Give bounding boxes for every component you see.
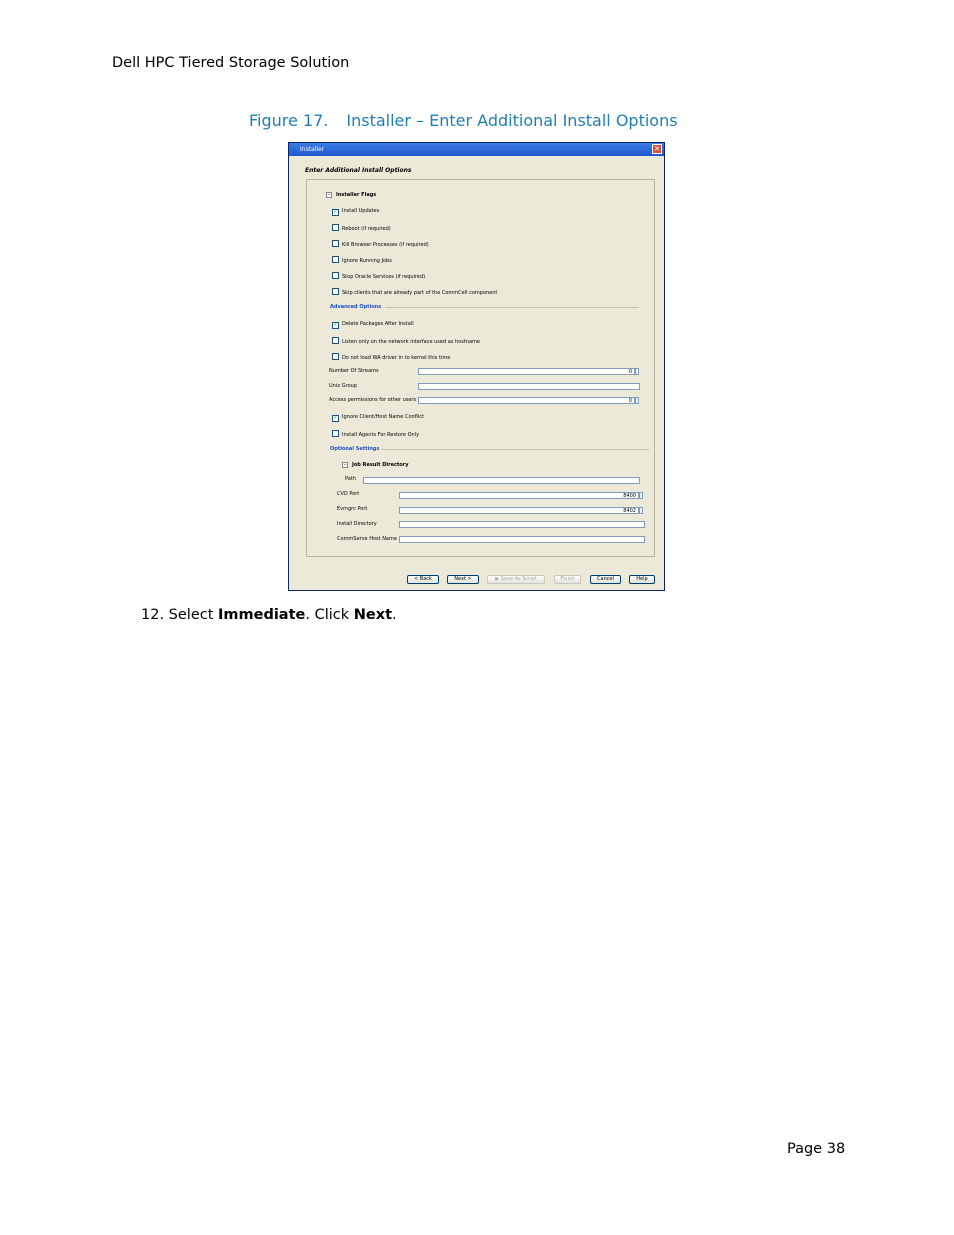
evmgrc-port-label: Evmgrc Port [337,506,368,512]
access-permissions-label: Access permissions for other users [329,397,417,403]
back-button[interactable]: < Back [407,575,439,584]
evmgrc-port-stepper[interactable] [639,507,643,514]
checkbox-icon[interactable]: ✓ [332,209,339,216]
number-of-streams-input[interactable]: 0 [418,368,635,375]
evmgrc-port-input[interactable]: 8402 [399,507,639,514]
cancel-button[interactable]: Cancel [590,575,621,584]
step-immediate: Immediate [218,607,306,623]
checkbox-ignore-client-conflict[interactable]: ✓ Ignore Client/Host Name Conflict [332,414,424,422]
checkbox-icon[interactable] [332,430,339,437]
access-permissions-stepper[interactable] [635,397,639,404]
number-of-streams-label: Number Of Streams [329,368,379,374]
checkbox-install-updates[interactable]: ✓ Install Updates [332,208,379,216]
optional-settings-label: Optional Settings [330,446,380,452]
access-permissions-input[interactable]: 0 [418,397,635,404]
collapse-icon[interactable]: − [342,462,348,468]
collapse-icon[interactable]: − [326,192,332,198]
commserve-host-label: CommServe Host Name [337,536,397,542]
checkbox-stop-oracle[interactable]: Stop Oracle Services (if required) [332,272,425,281]
checkbox-icon[interactable] [332,272,339,279]
script-icon: ▶ [495,576,500,582]
cvd-port-label: CVD Port [337,491,360,497]
finish-button[interactable]: Finish [554,575,581,584]
checkbox-icon[interactable] [332,240,339,247]
step-next: Next [353,607,393,623]
figure-caption: Figure 17. Installer – Enter Additional I… [249,111,678,130]
dialog-content: Enter Additional Install Options − Instal… [291,157,662,588]
help-button[interactable]: Help [629,575,655,584]
checkbox-icon[interactable]: ✓ [332,415,339,422]
window-titlebar: Installer [289,143,664,156]
checkbox-icon[interactable] [332,288,339,295]
unix-group-input[interactable] [418,383,640,390]
checkbox-icon[interactable] [332,337,339,344]
checkbox-icon[interactable] [332,224,339,231]
checkbox-skip-clients[interactable]: Skip clients that are already part of th… [332,288,497,297]
checkbox-delete-packages[interactable]: ✓ Delete Packages After Install [332,321,414,329]
number-of-streams-stepper[interactable] [635,368,639,375]
figure-number: Figure 17. [249,111,329,130]
path-input[interactable] [363,477,640,484]
path-label: Path [345,476,356,482]
install-directory-label: Install Directory [337,521,377,527]
section-divider [381,449,649,450]
checkbox-install-agents-restore[interactable]: Install Agents For Restore Only [332,430,419,439]
checkbox-icon[interactable] [332,256,339,263]
options-panel: − Installer Flags ✓ Install Updates Reboot… [306,179,655,557]
close-icon[interactable]: ✕ [652,144,662,154]
checkbox-icon[interactable]: ✓ [332,322,339,329]
checkbox-wa-driver[interactable]: Do not load WA driver in to kernel this … [332,353,450,362]
installer-window: Installer ✕ Enter Additional Install Opt… [288,142,665,591]
step-end: . [392,607,397,623]
step-number: 12. [141,607,165,623]
job-result-directory-node[interactable]: − Job Result Directory [342,462,408,469]
document-header: Dell HPC Tiered Storage Solution [112,55,350,71]
dialog-heading: Enter Additional Install Options [305,167,412,174]
page-number: Page 38 [787,1141,846,1157]
checkbox-icon[interactable] [332,353,339,360]
step-select: Select [168,607,214,623]
window-title: Installer [300,146,325,153]
next-button[interactable]: Next > [447,575,479,584]
cvd-port-stepper[interactable] [639,492,643,499]
section-divider [385,307,639,308]
checkbox-ignore-running-jobs[interactable]: Ignore Running Jobs [332,256,392,265]
unix-group-label: Unix Group [329,383,357,389]
step-instruction: 12. Select Immediate. Click Next. [141,607,397,623]
checkbox-kill-browser[interactable]: Kill Browser Processes (if required) [332,240,429,249]
checkbox-reboot[interactable]: Reboot (if required) [332,224,391,233]
installer-flags-node[interactable]: − Installer Flags [326,192,376,199]
install-directory-input[interactable] [399,521,645,528]
advanced-options-label: Advanced Options [330,304,382,310]
checkbox-listen-network[interactable]: Listen only on the network interface use… [332,337,480,346]
step-click: . Click [305,607,350,623]
save-as-script-button[interactable]: ▶ Save As Script [487,575,545,584]
commserve-host-input[interactable] [399,536,645,543]
figure-title: Installer – Enter Additional Install Opt… [346,111,678,130]
cvd-port-input[interactable]: 8400 [399,492,639,499]
